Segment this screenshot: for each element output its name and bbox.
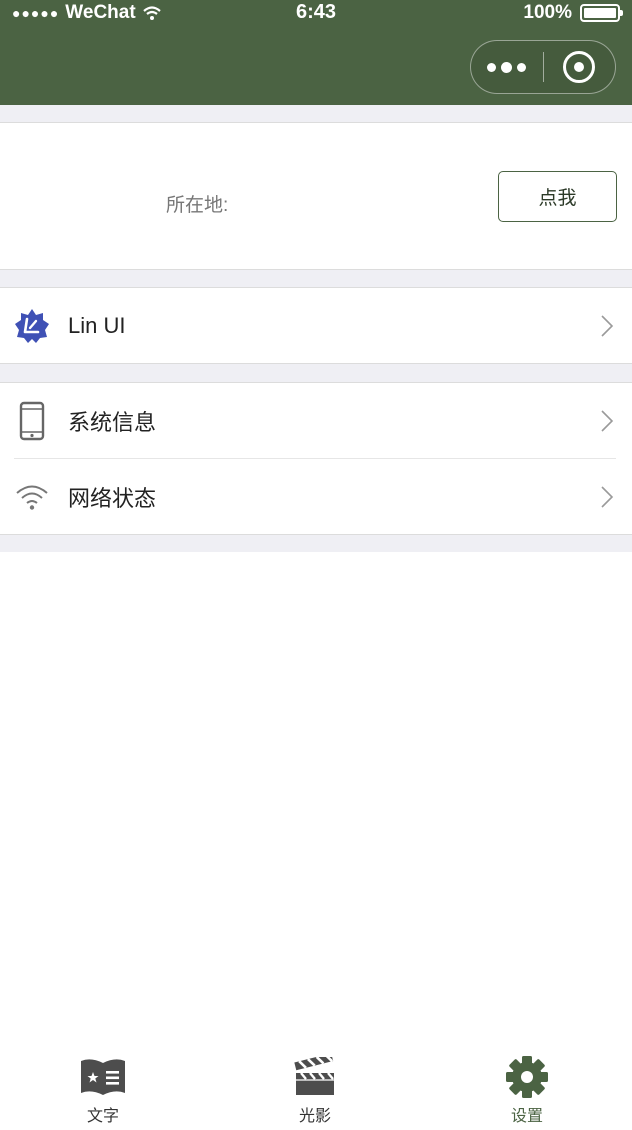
target-circle-icon <box>563 51 596 83</box>
battery-icon <box>580 4 623 22</box>
list-item-network-status[interactable]: 网络状态 <box>0 459 632 534</box>
tab-light-shadow[interactable]: 光影 <box>255 1050 375 1130</box>
locate-button[interactable]: 点我 <box>498 171 617 222</box>
tab-label: 设置 <box>510 1108 543 1125</box>
lin-ui-logo-icon <box>14 306 50 346</box>
status-left: ●●●●● WeChat <box>12 2 162 24</box>
gear-icon <box>502 1056 552 1098</box>
wifi-icon <box>14 477 50 517</box>
list-item-label: 网络状态 <box>68 485 157 511</box>
book-icon <box>78 1056 128 1098</box>
more-menu-button[interactable] <box>471 41 543 93</box>
list-item-label: 系统信息 <box>68 409 157 435</box>
tab-settings[interactable]: 设置 <box>467 1050 587 1130</box>
tab-text[interactable]: 文字 <box>43 1050 163 1130</box>
section-gap <box>0 534 632 552</box>
more-dot-icon <box>487 62 497 72</box>
navigation-bar: ●●●●● WeChat 6:43 100% <box>0 0 632 105</box>
miniprogram-capsule <box>470 40 616 94</box>
clapperboard-icon <box>290 1056 340 1098</box>
section-gap <box>0 105 632 123</box>
more-dot-icon <box>517 62 527 72</box>
tab-label: 文字 <box>86 1108 119 1125</box>
battery-percent: 100% <box>523 2 572 23</box>
tab-bar: 文字 光影 设置 <box>0 1050 632 1130</box>
chevron-right-icon <box>601 314 614 337</box>
section-gap <box>0 269 632 288</box>
section-gap <box>0 363 632 383</box>
chevron-right-icon <box>601 485 614 508</box>
signal-strength-icon: ●●●●● <box>12 5 60 21</box>
status-right: 100% <box>523 2 623 24</box>
carrier-name: WeChat <box>65 2 136 23</box>
close-miniprogram-button[interactable] <box>544 41 616 93</box>
tab-label: 光影 <box>298 1108 331 1125</box>
chevron-right-icon <box>601 409 614 432</box>
wifi-status-icon <box>142 6 161 20</box>
list-item-lin-ui[interactable]: Lin UI <box>0 288 632 363</box>
phone-icon <box>14 401 50 441</box>
location-label: 所在地: <box>166 195 229 216</box>
more-dot-icon <box>501 61 513 73</box>
list-item-system-info[interactable]: 系统信息 <box>0 383 632 458</box>
list-item-label: Lin UI <box>68 312 126 338</box>
